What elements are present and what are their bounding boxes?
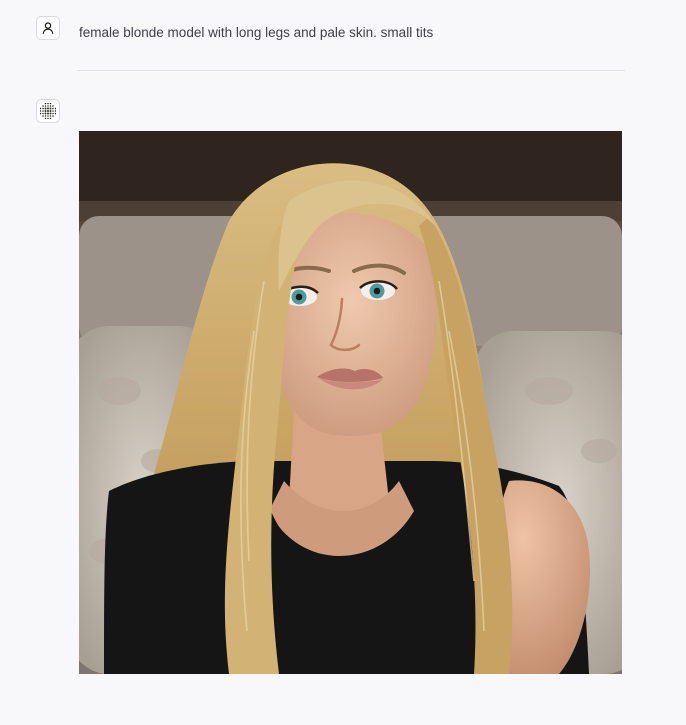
logo-dot bbox=[49, 110, 52, 112]
logo-dot bbox=[54, 110, 56, 112]
logo-dot bbox=[47, 107, 49, 110]
generated-image[interactable] bbox=[79, 131, 622, 674]
message-divider bbox=[77, 70, 625, 71]
user-avatar bbox=[36, 16, 60, 40]
logo-dot bbox=[47, 115, 49, 117]
user-message-text: female blonde model with long legs and p… bbox=[79, 25, 434, 40]
assistant-avatar bbox=[36, 99, 60, 123]
logo-dot bbox=[49, 107, 52, 110]
logo-dot bbox=[44, 103, 47, 105]
logo-dot bbox=[44, 115, 47, 117]
logo-dot bbox=[42, 107, 44, 110]
logo-dot bbox=[52, 105, 54, 107]
logo-dot bbox=[54, 112, 56, 115]
logo-dot bbox=[52, 115, 54, 117]
portrait-illustration bbox=[79, 131, 622, 674]
logo-dot bbox=[44, 105, 47, 107]
logo-dot bbox=[47, 117, 49, 119]
logo-dot bbox=[42, 110, 44, 112]
logo-dot bbox=[52, 107, 54, 110]
chat-page: female blonde model with long legs and p… bbox=[0, 0, 686, 725]
logo-dot bbox=[40, 112, 42, 115]
logo-dot bbox=[49, 103, 52, 105]
logo-dot bbox=[42, 115, 44, 117]
dot-grid-logo-icon bbox=[40, 103, 56, 119]
logo-dot bbox=[49, 105, 52, 107]
logo-dot bbox=[49, 117, 52, 119]
logo-dot bbox=[47, 110, 49, 112]
logo-dot bbox=[44, 110, 47, 112]
logo-dot bbox=[49, 115, 52, 117]
logo-dot bbox=[49, 112, 52, 115]
logo-dot bbox=[54, 107, 56, 110]
logo-dot bbox=[40, 110, 42, 112]
logo-dot bbox=[52, 112, 54, 115]
logo-dot bbox=[44, 112, 47, 115]
logo-dot bbox=[44, 107, 47, 110]
logo-dot bbox=[47, 105, 49, 107]
logo-dot bbox=[52, 110, 54, 112]
logo-dot bbox=[44, 117, 47, 119]
logo-dot bbox=[42, 105, 44, 107]
logo-dot bbox=[47, 112, 49, 115]
user-icon bbox=[42, 22, 54, 34]
logo-dot bbox=[47, 103, 49, 105]
logo-dot bbox=[42, 112, 44, 115]
logo-dot bbox=[40, 107, 42, 110]
